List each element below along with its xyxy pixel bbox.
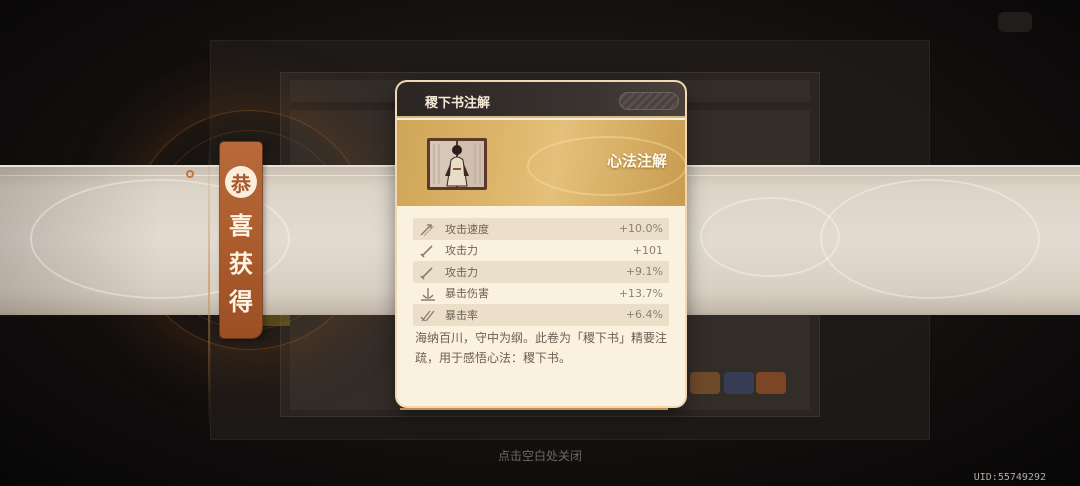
scroll-book-icon xyxy=(427,138,487,190)
stat-row: 暴击率 +6.4% xyxy=(413,304,669,326)
close-hint[interactable]: 点击空白处关闭 xyxy=(0,447,1080,464)
congratulations-ribbon: 恭 喜 获 得 xyxy=(220,142,262,338)
background-menu-button xyxy=(998,12,1032,32)
crit-rate-icon xyxy=(419,308,437,322)
ribbon-dot xyxy=(186,170,194,178)
uid-label: UID:55749292 xyxy=(973,472,1046,483)
attack-icon xyxy=(419,243,437,258)
ribbon-line xyxy=(208,140,210,430)
stat-list: 攻击速度 +10.0% 攻击力 +101 攻击力 +9.1% 暴击伤害 +13.… xyxy=(413,218,669,326)
stat-row: 攻击力 +9.1% xyxy=(413,261,669,283)
stat-value: +6.4% xyxy=(625,308,663,322)
ribbon-char: 得 xyxy=(229,287,253,316)
crit-damage-icon xyxy=(419,286,437,301)
stat-value: +13.7% xyxy=(618,286,663,300)
ribbon-char: 喜 xyxy=(229,211,253,240)
item-description: 海纳百川，守中为纲。此卷为「稷下书」精要注疏，用于感悟心法：稷下书。 xyxy=(415,331,668,365)
reward-overlay[interactable]: 恭 喜 获 得 稷下书注解 心法注解 攻击速度 +10.0% 攻击力 +101 … xyxy=(0,0,1080,486)
background-slot xyxy=(724,372,754,394)
band-cloud-pattern xyxy=(700,197,840,277)
item-type: 心法注解 xyxy=(606,152,667,170)
background-slot xyxy=(690,372,720,394)
stat-row: 攻击速度 +10.0% xyxy=(413,218,669,240)
stat-value: +101 xyxy=(632,243,663,257)
attack-icon xyxy=(419,265,437,280)
stat-name: 暴击率 xyxy=(445,308,478,322)
band-cloud-pattern xyxy=(820,179,1040,299)
background-slot xyxy=(756,372,786,394)
item-name: 稷下书注解 xyxy=(425,96,491,111)
stat-value: +10.0% xyxy=(618,222,663,236)
attack-speed-icon xyxy=(419,222,437,237)
ribbon-circle-char: 恭 xyxy=(225,166,257,198)
header-ornament-icon xyxy=(619,92,679,110)
stat-name: 攻击力 xyxy=(445,244,478,258)
stat-row: 暴击伤害 +13.7% xyxy=(413,283,669,305)
stat-value: +9.1% xyxy=(625,265,663,279)
item-detail-card: 稷下书注解 心法注解 攻击速度 +10.0% 攻击力 +101 攻击力 +9.1… xyxy=(397,82,685,406)
stat-name: 攻击速度 xyxy=(445,222,489,236)
stat-name: 暴击伤害 xyxy=(445,287,489,301)
stat-row: 攻击力 +101 xyxy=(413,240,669,262)
card-header: 稷下书注解 xyxy=(397,82,685,118)
stat-name: 攻击力 xyxy=(445,265,478,279)
ribbon-char: 获 xyxy=(229,249,253,278)
card-bottom-trim xyxy=(400,404,668,410)
